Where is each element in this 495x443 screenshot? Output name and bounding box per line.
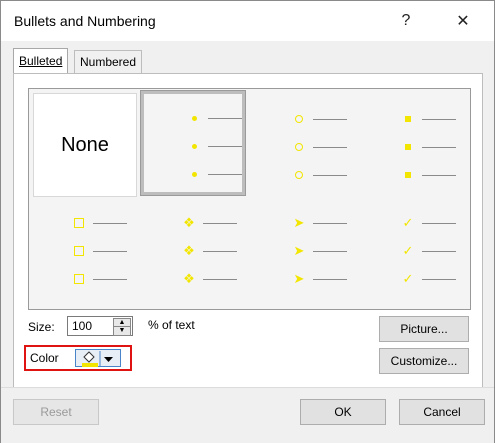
- dot-bullet-icon: [186, 138, 202, 154]
- button-bar: Reset OK Cancel: [1, 387, 494, 443]
- cancel-button-label: Cancel: [423, 405, 461, 419]
- tab-numbered[interactable]: Numbered: [74, 50, 143, 73]
- size-value[interactable]: 100: [72, 319, 92, 333]
- bullet-style-checkmark[interactable]: ✓ ✓ ✓: [362, 201, 466, 305]
- arrowhead-bullet-icon: ➤: [293, 271, 305, 286]
- paint-bucket-icon: [82, 351, 113, 367]
- tab-bulleted[interactable]: Bulleted: [13, 48, 69, 73]
- bullet-style-diamond-cluster[interactable]: ❖ ❖ ❖: [143, 201, 247, 305]
- bulleted-panel: None ❖ ❖ ❖ ➤ ➤ ➤ ✓ ✓ ✓ Size: 100 ▲ ▼ % o…: [13, 73, 483, 389]
- bullet-style-square[interactable]: [362, 93, 466, 197]
- bullet-gallery: None ❖ ❖ ❖ ➤ ➤ ➤ ✓ ✓ ✓: [28, 88, 471, 310]
- customize-button-label: Customize...: [390, 354, 458, 368]
- help-icon[interactable]: ?: [389, 7, 423, 35]
- cancel-button[interactable]: Cancel: [399, 399, 485, 425]
- customize-button[interactable]: Customize...: [379, 348, 469, 374]
- arrowhead-bullet-icon: ➤: [293, 215, 305, 230]
- bullet-style-arrowhead[interactable]: ➤ ➤ ➤: [253, 201, 357, 305]
- picture-button[interactable]: Picture...: [379, 316, 469, 342]
- bullet-style-circle[interactable]: [253, 93, 357, 197]
- reset-button-label: Reset: [40, 405, 72, 419]
- square-bullet-icon: [400, 111, 416, 127]
- reset-button[interactable]: Reset: [13, 399, 99, 425]
- circle-bullet-icon: [291, 167, 307, 183]
- bullet-style-dot[interactable]: [140, 90, 246, 196]
- diamond-cluster-bullet-icon: ❖: [183, 215, 195, 230]
- size-unit-label: % of text: [148, 318, 195, 332]
- tab-numbered-label: Numbered: [80, 55, 137, 69]
- size-stepper[interactable]: 100 ▲ ▼: [67, 316, 133, 336]
- dot-bullet-icon: [186, 166, 202, 182]
- circle-bullet-icon: [291, 139, 307, 155]
- ok-button[interactable]: OK: [300, 399, 386, 425]
- close-icon[interactable]: ✕: [446, 7, 480, 35]
- hollow-square-bullet-icon: [71, 215, 87, 231]
- hollow-square-bullet-icon: [71, 243, 87, 259]
- title-bar: Bullets and Numbering ? ✕: [1, 1, 494, 41]
- dot-bullet-icon: [186, 110, 202, 126]
- bullets-numbering-dialog: Bullets and Numbering ? ✕ Bulleted Numbe…: [0, 0, 495, 443]
- color-picker-button[interactable]: [75, 349, 121, 367]
- square-bullet-icon: [400, 167, 416, 183]
- tab-bulleted-label: Bulleted: [19, 54, 63, 68]
- color-label: Color: [30, 351, 59, 365]
- color-highlight-box: Color: [24, 345, 132, 371]
- arrowhead-bullet-icon: ➤: [293, 243, 305, 258]
- checkmark-bullet-icon: ✓: [402, 271, 414, 286]
- dialog-title: Bullets and Numbering: [14, 13, 156, 29]
- picture-button-label: Picture...: [400, 322, 448, 336]
- hollow-square-bullet-icon: [71, 271, 87, 287]
- square-bullet-icon: [400, 139, 416, 155]
- checkmark-bullet-icon: ✓: [402, 215, 414, 230]
- bullet-style-hollow-square[interactable]: [33, 201, 137, 305]
- size-label: Size:: [28, 320, 55, 334]
- none-label: None: [61, 133, 109, 156]
- diamond-cluster-bullet-icon: ❖: [183, 243, 195, 258]
- bullet-style-none[interactable]: None: [33, 93, 137, 197]
- checkmark-bullet-icon: ✓: [402, 243, 414, 258]
- ok-button-label: OK: [334, 405, 352, 419]
- size-down-icon[interactable]: ▼: [113, 326, 131, 336]
- circle-bullet-icon: [291, 111, 307, 127]
- diamond-cluster-bullet-icon: ❖: [183, 271, 195, 286]
